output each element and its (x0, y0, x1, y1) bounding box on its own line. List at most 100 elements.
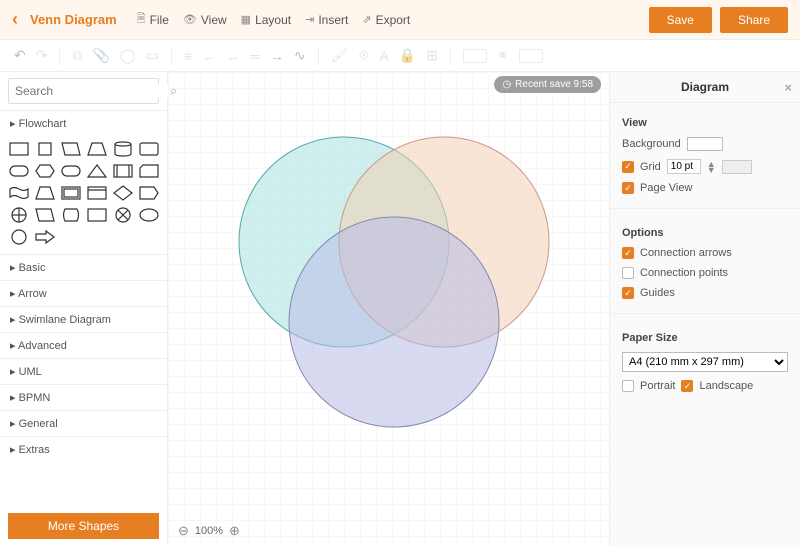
search-input-wrap[interactable]: ⌕ (8, 78, 159, 104)
copy-icon[interactable]: ⧉ (72, 47, 82, 64)
more-shapes-button[interactable]: More Shapes (8, 513, 159, 539)
width-field[interactable] (463, 49, 487, 63)
shape-circle[interactable] (8, 228, 30, 246)
menu-insert[interactable]: ⇥Insert (305, 10, 348, 29)
layout-icon: ▦ (241, 13, 251, 26)
shape-trapezoid[interactable] (86, 140, 108, 158)
text-icon[interactable]: A (379, 48, 388, 64)
dropper-icon[interactable]: ⟐ (358, 47, 369, 64)
category-uml[interactable]: ▸ UML (0, 358, 167, 384)
shape-hexagon[interactable] (34, 162, 56, 180)
paint-icon[interactable]: 🖌 (331, 47, 349, 64)
category-general-label: General (19, 418, 58, 430)
shape-icon[interactable]: ◯ (120, 47, 136, 64)
back-button[interactable]: ‹ (12, 9, 18, 30)
prop-page-view: ✓ Page View (622, 182, 788, 194)
shape-roundrect2[interactable] (8, 162, 30, 180)
search-input[interactable] (15, 84, 170, 98)
category-arrow-label: Arrow (18, 288, 47, 300)
grid-color-swatch[interactable] (722, 160, 752, 174)
shape-square[interactable] (34, 140, 56, 158)
shape-display[interactable] (60, 206, 82, 224)
background-swatch[interactable] (687, 137, 723, 151)
shape-parallelogram[interactable] (60, 140, 82, 158)
shape-trapezoid2[interactable] (34, 184, 56, 202)
menu-export[interactable]: ⇗Export (362, 10, 410, 29)
rect-icon[interactable]: ▭ (146, 47, 159, 64)
arrow-left-icon[interactable]: ← (202, 48, 216, 64)
clip-icon[interactable]: 📎 (92, 47, 109, 64)
shape-pentagon[interactable] (138, 184, 160, 202)
shape-stadium[interactable] (60, 162, 82, 180)
category-arrow[interactable]: ▸ Arrow (0, 280, 167, 306)
category-flowchart[interactable]: ▸ Flowchart (0, 110, 167, 136)
category-extras[interactable]: ▸ Extras (0, 436, 167, 462)
category-bpmn-label: BPMN (19, 392, 51, 404)
share-button[interactable]: Share (720, 7, 788, 33)
category-general[interactable]: ▸ General (0, 410, 167, 436)
portrait-checkbox[interactable] (622, 380, 634, 392)
section-view: View (622, 117, 788, 129)
category-basic[interactable]: ▸ Basic (0, 254, 167, 280)
menu-layout[interactable]: ▦Layout (241, 10, 291, 29)
category-bpmn[interactable]: ▸ BPMN (0, 384, 167, 410)
category-swimlane[interactable]: ▸ Swimlane Diagram (0, 306, 167, 332)
shape-roundrect[interactable] (138, 140, 160, 158)
shape-subroutine[interactable] (112, 162, 134, 180)
shape-triangle[interactable] (86, 162, 108, 180)
venn-circle-3[interactable] (289, 217, 499, 427)
prop-orientation: Portrait ✓ Landscape (622, 380, 788, 392)
shape-circle-x[interactable] (112, 206, 134, 224)
menu-bar: 🗎File 👁View ▦Layout ⇥Insert ⇗Export (137, 10, 411, 29)
background-label: Background (622, 138, 681, 150)
grid-stepper[interactable]: ▲▼ (707, 161, 716, 173)
link-icon[interactable]: ⚭ (497, 47, 509, 64)
lock-icon[interactable]: 🔒 (399, 47, 416, 64)
group-icon[interactable]: ⊞ (426, 47, 438, 64)
shape-circle-cross[interactable] (8, 206, 30, 224)
close-icon[interactable]: × (784, 80, 792, 95)
conn-arrows-label: Connection arrows (640, 247, 732, 259)
zoom-out-icon[interactable]: ⊖ (178, 523, 189, 539)
menu-file[interactable]: 🗎File (137, 10, 169, 29)
pageview-checkbox[interactable]: ✓ (622, 182, 634, 194)
canvas[interactable]: ◷ Recent save 9:58 ⊖ 100% ⊕ (168, 72, 610, 545)
paper-size-select[interactable]: A4 (210 mm x 297 mm) (622, 352, 788, 372)
conn-arrows-checkbox[interactable]: ✓ (622, 247, 634, 259)
arrow-right-icon[interactable]: → (270, 48, 284, 64)
venn-diagram[interactable] (219, 122, 559, 442)
guides-checkbox[interactable]: ✓ (622, 287, 634, 299)
category-advanced[interactable]: ▸ Advanced (0, 332, 167, 358)
panel-title: Diagram (681, 80, 729, 94)
guides-label: Guides (640, 287, 675, 299)
shape-arrow[interactable] (34, 228, 56, 246)
save-button[interactable]: Save (649, 7, 712, 33)
curve-icon[interactable]: ∿ (294, 47, 306, 64)
shape-tape[interactable] (8, 184, 30, 202)
zoom-in-icon[interactable]: ⊕ (229, 523, 240, 539)
align-icon[interactable]: ≡ (184, 48, 192, 64)
shape-rect[interactable] (8, 140, 30, 158)
arrow-both-icon[interactable]: ↔ (226, 48, 240, 64)
grid-label: Grid (640, 161, 661, 173)
grid-checkbox[interactable]: ✓ (622, 161, 634, 173)
shape-ellipse[interactable] (138, 206, 160, 224)
landscape-label: Landscape (699, 380, 753, 392)
grid-size-input[interactable] (667, 159, 701, 174)
shape-card[interactable] (138, 162, 160, 180)
shape-diamond[interactable] (112, 184, 134, 202)
shape-predefined[interactable] (86, 184, 108, 202)
conn-points-checkbox[interactable] (622, 267, 634, 279)
height-field[interactable] (519, 49, 543, 63)
landscape-checkbox[interactable]: ✓ (681, 380, 693, 392)
shape-parallelogram2[interactable] (34, 206, 56, 224)
document-title: Venn Diagram (30, 12, 117, 27)
line-style-icon[interactable]: ═ (250, 48, 260, 64)
undo-icon[interactable]: ↶ (14, 47, 26, 64)
menu-view[interactable]: 👁View (183, 10, 227, 29)
shape-doublerect[interactable] (60, 184, 82, 202)
redo-icon[interactable]: ↷ (36, 47, 48, 64)
sidebar-left: ⌕ ▸ Flowchart (0, 72, 168, 545)
shape-frame[interactable] (86, 206, 108, 224)
shape-cylinder[interactable] (112, 140, 134, 158)
